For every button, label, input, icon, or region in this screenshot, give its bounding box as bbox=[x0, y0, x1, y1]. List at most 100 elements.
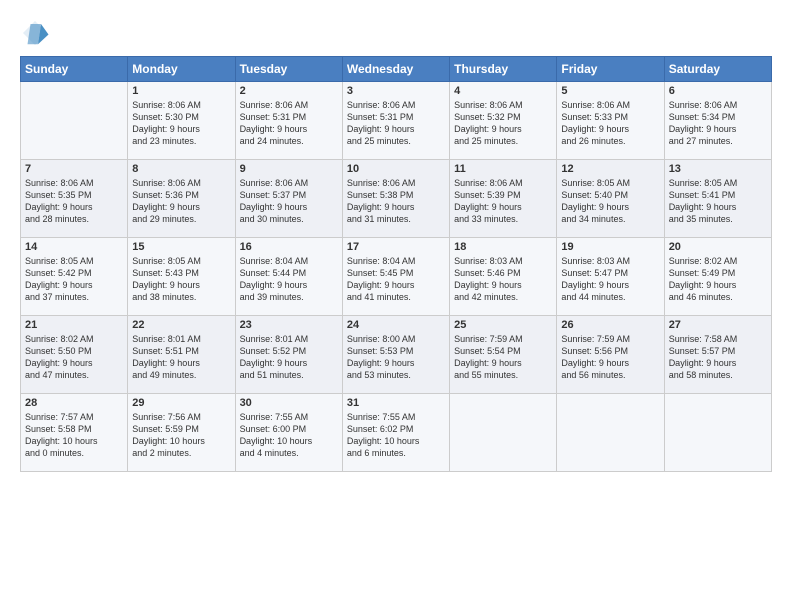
day-number: 6 bbox=[669, 85, 767, 97]
cell-content: Sunrise: 8:05 AM Sunset: 5:42 PM Dayligh… bbox=[25, 255, 123, 304]
calendar-cell: 10Sunrise: 8:06 AM Sunset: 5:38 PM Dayli… bbox=[342, 160, 449, 238]
day-number: 7 bbox=[25, 163, 123, 175]
day-number: 22 bbox=[132, 319, 230, 331]
calendar-cell: 5 Sunrise: 8:06 AM Sunset: 5:33 PM Daylig… bbox=[557, 82, 664, 160]
day-number: 15 bbox=[132, 241, 230, 253]
cell-content: Sunrise: 8:01 AM Sunset: 5:51 PM Dayligh… bbox=[132, 333, 230, 382]
cell-content: Sunrise: 8:06 AM Sunset: 5:30 PM Dayligh… bbox=[132, 99, 230, 148]
calendar-cell: 9 Sunrise: 8:06 AM Sunset: 5:37 PM Daylig… bbox=[235, 160, 342, 238]
day-number: 31 bbox=[347, 397, 445, 409]
calendar-header: SundayMondayTuesdayWednesdayThursdayFrid… bbox=[21, 57, 772, 82]
day-number: 12 bbox=[561, 163, 659, 175]
calendar-cell: 12 Sunrise: 8:05 AM Sunset: 5:40 PM Dayli… bbox=[557, 160, 664, 238]
header-row bbox=[20, 18, 772, 48]
day-number: 18 bbox=[454, 241, 552, 253]
cell-content: Sunrise: 8:06 AM Sunset: 5:32 PM Dayligh… bbox=[454, 99, 552, 148]
day-number: 16 bbox=[240, 241, 338, 253]
cell-content: Sunrise: 7:55 AM Sunset: 6:00 PM Dayligh… bbox=[240, 411, 338, 460]
calendar-cell: 27 Sunrise: 7:58 AM Sunset: 5:57 PM Dayli… bbox=[664, 316, 771, 394]
cell-content: Sunrise: 8:05 AM Sunset: 5:43 PM Dayligh… bbox=[132, 255, 230, 304]
cell-content: Sunrise: 8:02 AM Sunset: 5:50 PM Dayligh… bbox=[25, 333, 123, 382]
day-number: 19 bbox=[561, 241, 659, 253]
calendar-cell bbox=[21, 82, 128, 160]
cell-content: Sunrise: 8:06 AM Sunset: 5:37 PM Dayligh… bbox=[240, 177, 338, 226]
calendar-cell: 25Sunrise: 7:59 AM Sunset: 5:54 PM Dayli… bbox=[450, 316, 557, 394]
cell-content: Sunrise: 8:05 AM Sunset: 5:41 PM Dayligh… bbox=[669, 177, 767, 226]
day-number: 23 bbox=[240, 319, 338, 331]
cell-content: Sunrise: 8:04 AM Sunset: 5:44 PM Dayligh… bbox=[240, 255, 338, 304]
day-number: 14 bbox=[25, 241, 123, 253]
calendar-cell: 15 Sunrise: 8:05 AM Sunset: 5:43 PM Dayli… bbox=[128, 238, 235, 316]
calendar-cell: 26Sunrise: 7:59 AM Sunset: 5:56 PM Dayli… bbox=[557, 316, 664, 394]
day-number: 28 bbox=[25, 397, 123, 409]
week-row-0: 1 Sunrise: 8:06 AM Sunset: 5:30 PM Daylig… bbox=[21, 82, 772, 160]
cell-content: Sunrise: 8:02 AM Sunset: 5:49 PM Dayligh… bbox=[669, 255, 767, 304]
day-number: 11 bbox=[454, 163, 552, 175]
cell-content: Sunrise: 7:58 AM Sunset: 5:57 PM Dayligh… bbox=[669, 333, 767, 382]
day-number: 13 bbox=[669, 163, 767, 175]
day-number: 29 bbox=[132, 397, 230, 409]
calendar-cell: 13 Sunrise: 8:05 AM Sunset: 5:41 PM Dayli… bbox=[664, 160, 771, 238]
calendar-cell: 6 Sunrise: 8:06 AM Sunset: 5:34 PM Daylig… bbox=[664, 82, 771, 160]
day-number: 24 bbox=[347, 319, 445, 331]
calendar-page: SundayMondayTuesdayWednesdayThursdayFrid… bbox=[0, 0, 792, 612]
week-row-4: 28 Sunrise: 7:57 AM Sunset: 5:58 PM Dayli… bbox=[21, 394, 772, 472]
cell-content: Sunrise: 8:06 AM Sunset: 5:34 PM Dayligh… bbox=[669, 99, 767, 148]
calendar-cell: 28 Sunrise: 7:57 AM Sunset: 5:58 PM Dayli… bbox=[21, 394, 128, 472]
cell-content: Sunrise: 8:06 AM Sunset: 5:35 PM Dayligh… bbox=[25, 177, 123, 226]
cell-content: Sunrise: 8:06 AM Sunset: 5:33 PM Dayligh… bbox=[561, 99, 659, 148]
cell-content: Sunrise: 7:59 AM Sunset: 5:54 PM Dayligh… bbox=[454, 333, 552, 382]
cell-content: Sunrise: 8:03 AM Sunset: 5:47 PM Dayligh… bbox=[561, 255, 659, 304]
logo bbox=[20, 18, 54, 48]
day-number: 9 bbox=[240, 163, 338, 175]
calendar-cell: 14 Sunrise: 8:05 AM Sunset: 5:42 PM Dayli… bbox=[21, 238, 128, 316]
day-number: 26 bbox=[561, 319, 659, 331]
cell-content: Sunrise: 8:06 AM Sunset: 5:31 PM Dayligh… bbox=[240, 99, 338, 148]
day-number: 10 bbox=[347, 163, 445, 175]
cell-content: Sunrise: 8:01 AM Sunset: 5:52 PM Dayligh… bbox=[240, 333, 338, 382]
calendar-cell: 20 Sunrise: 8:02 AM Sunset: 5:49 PM Dayli… bbox=[664, 238, 771, 316]
calendar-cell: 30 Sunrise: 7:55 AM Sunset: 6:00 PM Dayli… bbox=[235, 394, 342, 472]
calendar-cell: 1 Sunrise: 8:06 AM Sunset: 5:30 PM Daylig… bbox=[128, 82, 235, 160]
calendar-cell: 31Sunrise: 7:55 AM Sunset: 6:02 PM Dayli… bbox=[342, 394, 449, 472]
cell-content: Sunrise: 8:00 AM Sunset: 5:53 PM Dayligh… bbox=[347, 333, 445, 382]
cell-content: Sunrise: 8:06 AM Sunset: 5:31 PM Dayligh… bbox=[347, 99, 445, 148]
calendar-table: SundayMondayTuesdayWednesdayThursdayFrid… bbox=[20, 56, 772, 472]
calendar-cell: 4 Sunrise: 8:06 AM Sunset: 5:32 PM Daylig… bbox=[450, 82, 557, 160]
calendar-cell: 22 Sunrise: 8:01 AM Sunset: 5:51 PM Dayli… bbox=[128, 316, 235, 394]
day-number: 1 bbox=[132, 85, 230, 97]
day-number: 4 bbox=[454, 85, 552, 97]
week-row-2: 14 Sunrise: 8:05 AM Sunset: 5:42 PM Dayli… bbox=[21, 238, 772, 316]
week-row-3: 21 Sunrise: 8:02 AM Sunset: 5:50 PM Dayli… bbox=[21, 316, 772, 394]
header-cell-wednesday: Wednesday bbox=[342, 57, 449, 82]
calendar-cell bbox=[664, 394, 771, 472]
header-cell-monday: Monday bbox=[128, 57, 235, 82]
calendar-cell: 21 Sunrise: 8:02 AM Sunset: 5:50 PM Dayli… bbox=[21, 316, 128, 394]
calendar-cell: 29 Sunrise: 7:56 AM Sunset: 5:59 PM Dayli… bbox=[128, 394, 235, 472]
day-number: 2 bbox=[240, 85, 338, 97]
calendar-cell: 11 Sunrise: 8:06 AM Sunset: 5:39 PM Dayli… bbox=[450, 160, 557, 238]
day-number: 17 bbox=[347, 241, 445, 253]
calendar-cell: 17Sunrise: 8:04 AM Sunset: 5:45 PM Dayli… bbox=[342, 238, 449, 316]
day-number: 30 bbox=[240, 397, 338, 409]
week-row-1: 7 Sunrise: 8:06 AM Sunset: 5:35 PM Daylig… bbox=[21, 160, 772, 238]
header-cell-sunday: Sunday bbox=[21, 57, 128, 82]
cell-content: Sunrise: 7:57 AM Sunset: 5:58 PM Dayligh… bbox=[25, 411, 123, 460]
day-number: 5 bbox=[561, 85, 659, 97]
day-number: 21 bbox=[25, 319, 123, 331]
header-cell-tuesday: Tuesday bbox=[235, 57, 342, 82]
cell-content: Sunrise: 8:06 AM Sunset: 5:39 PM Dayligh… bbox=[454, 177, 552, 226]
calendar-cell: 18Sunrise: 8:03 AM Sunset: 5:46 PM Dayli… bbox=[450, 238, 557, 316]
day-number: 20 bbox=[669, 241, 767, 253]
calendar-cell bbox=[557, 394, 664, 472]
cell-content: Sunrise: 7:56 AM Sunset: 5:59 PM Dayligh… bbox=[132, 411, 230, 460]
calendar-cell: 7 Sunrise: 8:06 AM Sunset: 5:35 PM Daylig… bbox=[21, 160, 128, 238]
cell-content: Sunrise: 8:05 AM Sunset: 5:40 PM Dayligh… bbox=[561, 177, 659, 226]
header-cell-saturday: Saturday bbox=[664, 57, 771, 82]
calendar-cell bbox=[450, 394, 557, 472]
calendar-cell: 3Sunrise: 8:06 AM Sunset: 5:31 PM Daylig… bbox=[342, 82, 449, 160]
calendar-cell: 2 Sunrise: 8:06 AM Sunset: 5:31 PM Daylig… bbox=[235, 82, 342, 160]
calendar-cell: 24 Sunrise: 8:00 AM Sunset: 5:53 PM Dayli… bbox=[342, 316, 449, 394]
calendar-cell: 19 Sunrise: 8:03 AM Sunset: 5:47 PM Dayli… bbox=[557, 238, 664, 316]
day-number: 27 bbox=[669, 319, 767, 331]
